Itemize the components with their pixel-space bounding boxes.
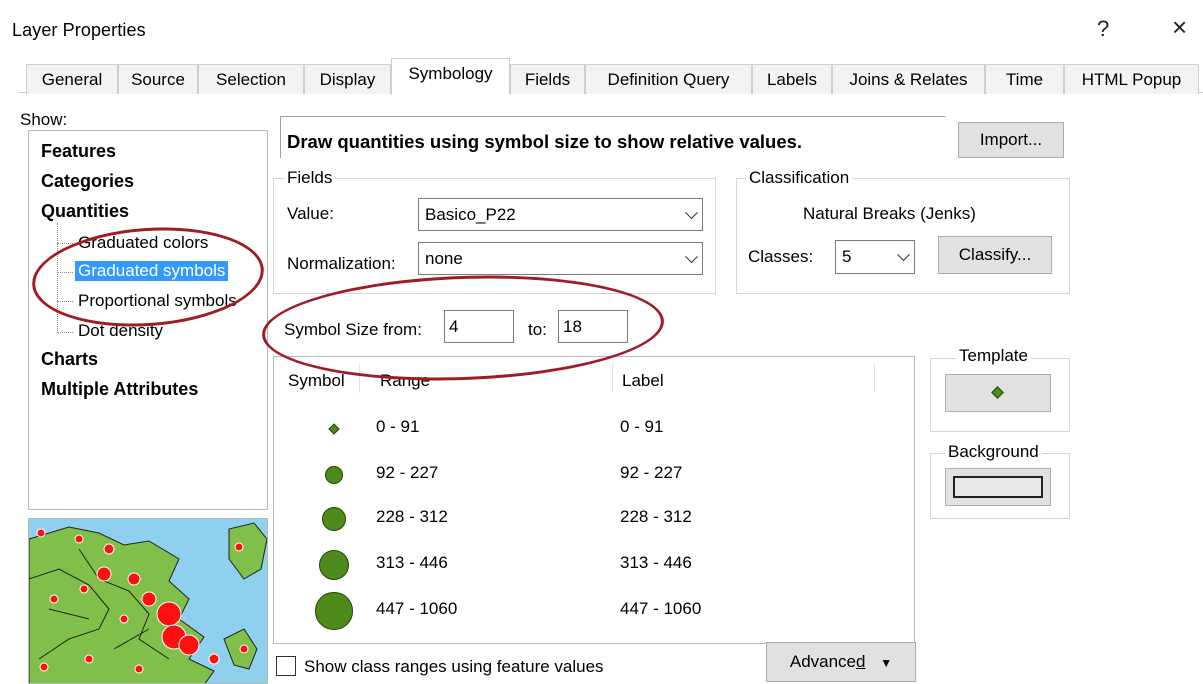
value-dropdown[interactable]: Basico_P22 — [418, 198, 703, 231]
tree-line — [57, 223, 58, 333]
symbol-class-table[interactable]: Symbol Range Label 0 - 91 0 - 91 92 - 227 9… — [273, 356, 915, 644]
value-label: Value: — [287, 204, 334, 223]
background-symbol-button[interactable] — [945, 468, 1051, 506]
show-dot-density[interactable]: Dot density — [75, 321, 166, 341]
template-symbol-button[interactable] — [945, 374, 1051, 412]
show-label: Show: — [20, 110, 68, 129]
class-range[interactable]: 92 - 227 — [376, 463, 438, 483]
background-swatch-icon — [953, 476, 1043, 498]
show-features[interactable]: Features — [41, 141, 116, 162]
class-range[interactable]: 0 - 91 — [376, 417, 419, 437]
help-button[interactable]: ? — [1097, 16, 1109, 42]
preview-map — [28, 518, 268, 684]
class-symbol-icon[interactable] — [328, 423, 340, 435]
tree-line — [57, 243, 73, 244]
range-column-header[interactable]: Range — [380, 371, 430, 391]
tree-line — [57, 332, 73, 333]
advanced-button[interactable]: Advanced ▼ — [766, 642, 916, 682]
tree-line — [57, 301, 73, 302]
fields-group — [273, 178, 716, 294]
chevron-down-icon — [685, 205, 698, 219]
show-graduated-colors[interactable]: Graduated colors — [75, 233, 211, 253]
symbol-size-to-label: to: — [528, 320, 547, 339]
tab-display[interactable]: Display — [304, 64, 391, 94]
template-legend: Template — [956, 346, 1031, 366]
tab-time[interactable]: Time — [985, 64, 1064, 94]
show-quantities[interactable]: Quantities — [41, 201, 129, 222]
symbol-column-header[interactable]: Symbol — [288, 371, 345, 391]
classification-legend: Classification — [746, 168, 853, 188]
description-text: Draw quantities using symbol size to sho… — [287, 131, 803, 152]
show-categories[interactable]: Categories — [41, 171, 134, 192]
template-symbol-icon — [991, 386, 1004, 399]
close-button[interactable]: × — [1172, 12, 1187, 43]
class-range[interactable]: 313 - 446 — [376, 553, 448, 573]
chevron-down-icon — [685, 249, 698, 263]
symbol-size-to-input[interactable]: 18 — [558, 310, 628, 343]
show-class-ranges-label: Show class ranges using feature values — [304, 657, 604, 676]
classify-button[interactable]: Classify... — [938, 236, 1052, 274]
advanced-button-label: Advance — [789, 652, 857, 671]
map-illustration — [29, 522, 267, 683]
class-symbol-icon[interactable] — [321, 506, 347, 532]
show-list[interactable]: Features Categories Quantities Graduated… — [28, 130, 268, 510]
class-symbol-icon[interactable] — [325, 466, 343, 484]
fields-legend: Fields — [284, 168, 336, 188]
tab-source[interactable]: Source — [118, 64, 198, 94]
show-multiple-attributes[interactable]: Multiple Attributes — [41, 379, 198, 400]
value-dropdown-text: Basico_P22 — [425, 205, 516, 224]
label-column-header[interactable]: Label — [622, 371, 664, 391]
classes-dropdown[interactable]: 5 — [835, 240, 915, 274]
classes-dropdown-text: 5 — [842, 247, 852, 266]
class-label[interactable]: 447 - 1060 — [620, 599, 701, 619]
class-symbol-icon[interactable] — [318, 549, 350, 581]
normalization-label: Normalization: — [287, 254, 396, 273]
window-title: Layer Properties — [12, 20, 146, 40]
column-separator — [612, 363, 613, 393]
tab-general[interactable]: General — [26, 64, 118, 94]
class-label[interactable]: 313 - 446 — [620, 553, 692, 573]
show-graduated-symbols[interactable]: Graduated symbols — [75, 261, 229, 281]
class-range[interactable]: 228 - 312 — [376, 507, 448, 527]
tab-selection[interactable]: Selection — [198, 64, 304, 94]
class-label[interactable]: 92 - 227 — [620, 463, 682, 483]
import-button[interactable]: Import... — [958, 122, 1064, 158]
symbol-size-from-label: Symbol Size from: — [284, 320, 422, 339]
column-separator — [359, 363, 360, 393]
class-label[interactable]: 228 - 312 — [620, 507, 692, 527]
classification-method: Natural Breaks (Jenks) — [803, 204, 976, 223]
classes-label: Classes: — [748, 247, 814, 266]
tab-html-popup[interactable]: HTML Popup — [1064, 64, 1199, 94]
class-symbol-icon[interactable] — [315, 592, 353, 630]
show-charts[interactable]: Charts — [41, 349, 98, 370]
tab-labels[interactable]: Labels — [752, 64, 832, 94]
chevron-down-icon — [897, 248, 910, 262]
show-proportional-symbols[interactable]: Proportional symbols — [75, 291, 240, 311]
tab-fields[interactable]: Fields — [510, 64, 585, 94]
tab-definition-query[interactable]: Definition Query — [585, 64, 752, 94]
show-class-ranges-checkbox[interactable] — [276, 656, 296, 676]
column-separator — [874, 363, 875, 393]
advanced-accelerator: d — [856, 652, 866, 671]
tree-line — [57, 272, 73, 273]
dropdown-arrow-icon: ▼ — [880, 656, 893, 670]
tab-symbology[interactable]: Symbology — [391, 58, 510, 95]
class-label[interactable]: 0 - 91 — [620, 417, 663, 437]
normalization-dropdown-text: none — [425, 249, 463, 268]
class-range[interactable]: 447 - 1060 — [376, 599, 457, 619]
normalization-dropdown[interactable]: none — [418, 242, 703, 275]
background-legend: Background — [945, 442, 1042, 462]
tab-joins-relates[interactable]: Joins & Relates — [832, 64, 985, 94]
symbol-size-from-input[interactable]: 4 — [444, 310, 514, 343]
